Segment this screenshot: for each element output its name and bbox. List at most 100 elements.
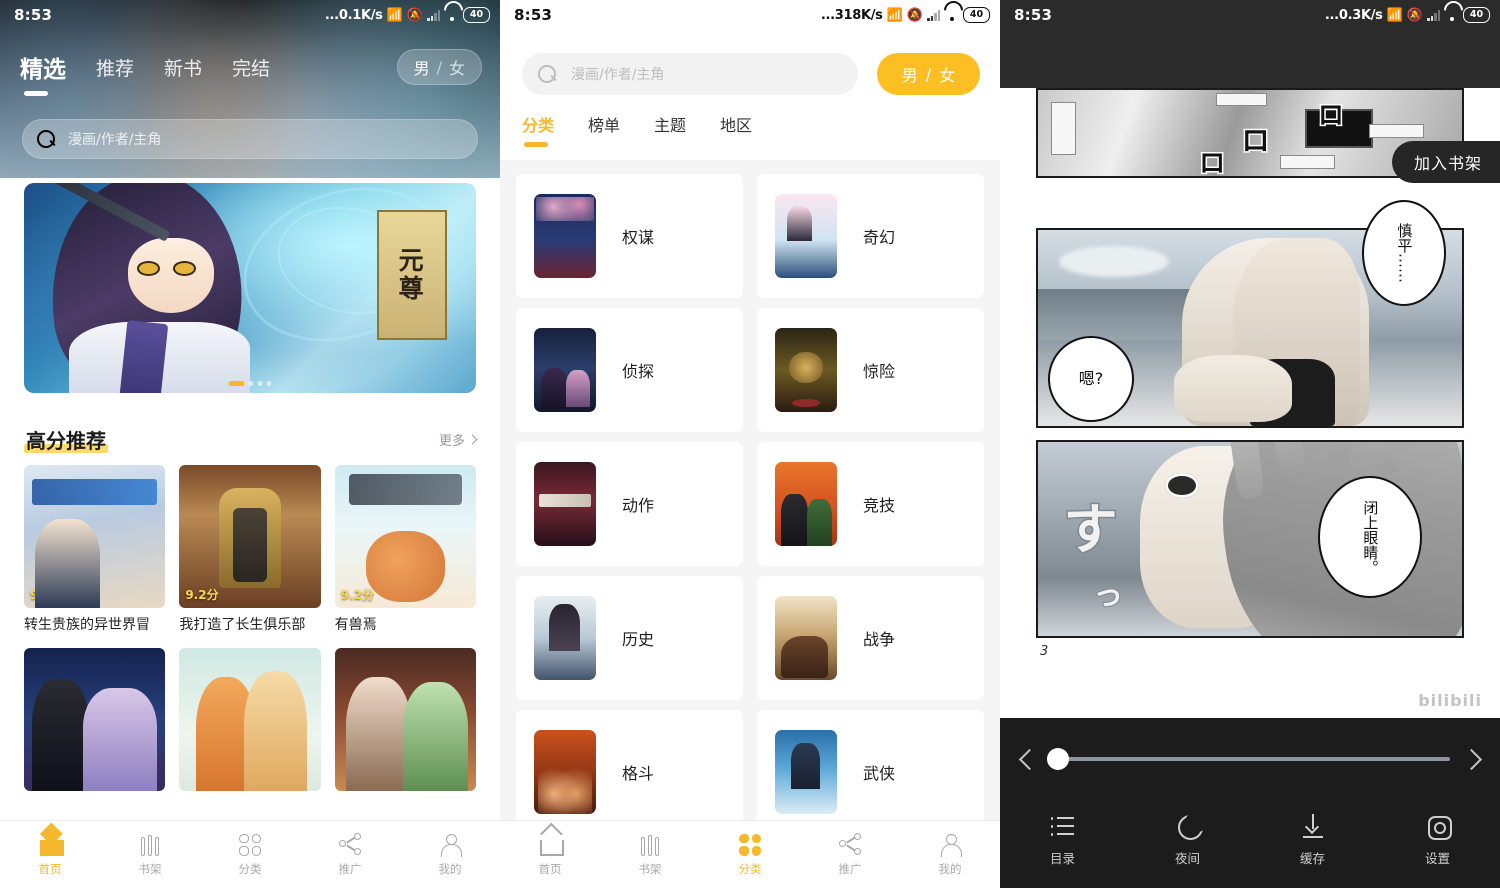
book-cover: 9.1分 bbox=[24, 465, 166, 608]
page-slider-row bbox=[1000, 736, 1500, 782]
battery-indicator: 40 bbox=[963, 7, 990, 23]
chevron-right-icon[interactable] bbox=[1460, 746, 1486, 772]
list-icon bbox=[1050, 813, 1076, 839]
tab-jingxuan[interactable]: 精选 bbox=[20, 50, 66, 96]
book-card[interactable] bbox=[334, 648, 476, 791]
tool-settings[interactable]: 设置 bbox=[1375, 813, 1500, 867]
tool-label: 设置 bbox=[1424, 851, 1450, 866]
category-label: 侦探 bbox=[622, 362, 655, 381]
gender-male-label[interactable]: 男 bbox=[902, 62, 918, 86]
nav-item-home[interactable]: 首页 bbox=[0, 832, 100, 877]
search-icon bbox=[37, 129, 56, 149]
three-panel-screenshot: 8:53 ...0.1K/s 📶 🔕 40 精选 推荐 新书 完结 男 / 女 … bbox=[0, 0, 1500, 888]
bluetooth-icon: 📶 bbox=[386, 7, 403, 23]
nav-item-home[interactable]: 首页 bbox=[500, 832, 600, 877]
tool-catalog[interactable]: 目录 bbox=[1000, 813, 1125, 867]
book-card[interactable]: 9.2分 我打造了长生俱乐部 bbox=[179, 465, 321, 634]
status-bar: 8:53 ...318K/s 📶 🔕 40 bbox=[500, 0, 1000, 30]
bluetooth-icon: 📶 bbox=[886, 7, 903, 23]
category-thumbnail bbox=[534, 596, 596, 680]
category-card[interactable]: 武侠 bbox=[757, 710, 984, 834]
tab-fenlei[interactable]: 分类 bbox=[522, 112, 554, 147]
tool-cache[interactable]: 缓存 bbox=[1250, 813, 1375, 867]
gender-toggle[interactable]: 男 / 女 bbox=[877, 53, 980, 95]
nav-item-category[interactable]: 分类 bbox=[700, 833, 800, 877]
book-cover bbox=[334, 648, 476, 791]
banner-character-eye-right bbox=[175, 262, 195, 274]
gender-toggle[interactable]: 男 / 女 bbox=[396, 49, 482, 85]
manga-sign bbox=[1216, 92, 1267, 107]
category-label: 奇幻 bbox=[863, 228, 896, 247]
banner-page-dots[interactable] bbox=[228, 381, 272, 386]
search-input[interactable]: 漫画/作者/主角 bbox=[22, 119, 478, 159]
gear-icon bbox=[1425, 813, 1452, 840]
nav-item-mine[interactable]: 我的 bbox=[900, 832, 1000, 877]
home-icon bbox=[538, 832, 564, 856]
nav-label: 推广 bbox=[338, 862, 362, 876]
tab-tuijian[interactable]: 推荐 bbox=[96, 54, 134, 81]
battery-indicator: 40 bbox=[463, 7, 490, 23]
search-placeholder: 漫画/作者/主角 bbox=[571, 67, 665, 83]
chevron-left-icon[interactable] bbox=[1014, 746, 1040, 772]
tool-night-mode[interactable]: 夜间 bbox=[1125, 812, 1250, 867]
book-card[interactable] bbox=[24, 648, 166, 791]
promo-banner[interactable]: 元 尊 bbox=[24, 183, 476, 393]
category-thumbnail bbox=[534, 328, 596, 412]
nav-item-promotion[interactable]: 推广 bbox=[300, 832, 400, 877]
nav-label: 书架 bbox=[138, 862, 162, 876]
user-icon bbox=[938, 832, 962, 857]
category-card[interactable]: 惊险 bbox=[757, 308, 984, 432]
book-grid: 9.1分 转生贵族的异世界冒 9.2分 我打造了长生俱乐部 9.2分 有兽焉 bbox=[24, 465, 476, 791]
manga-page-number: 3 bbox=[1040, 644, 1049, 659]
category-thumbnail bbox=[775, 194, 837, 278]
user-icon bbox=[438, 832, 462, 857]
book-cover: 9.2分 bbox=[334, 465, 476, 608]
category-label: 权谋 bbox=[622, 228, 655, 247]
page-slider[interactable] bbox=[1047, 748, 1450, 770]
section-more-label: 更多 bbox=[438, 434, 465, 449]
book-title: 有兽焉 bbox=[334, 617, 377, 633]
manga-cloud bbox=[1059, 245, 1170, 278]
nav-item-category[interactable]: 分类 bbox=[200, 833, 300, 877]
category-grid: 权谋 奇幻 侦探 惊险 动作 竞技 历史 战争 格斗 武侠 bbox=[500, 168, 1000, 834]
grid-icon bbox=[739, 833, 761, 856]
gender-female-label[interactable]: 女 bbox=[449, 55, 465, 79]
gender-female-label[interactable]: 女 bbox=[939, 62, 955, 86]
book-cover bbox=[24, 648, 166, 791]
tab-xinshu[interactable]: 新书 bbox=[164, 54, 202, 81]
section-more-link[interactable]: 更多 bbox=[438, 430, 478, 449]
nav-item-mine[interactable]: 我的 bbox=[400, 832, 500, 877]
category-card[interactable]: 权谋 bbox=[516, 174, 743, 298]
banner-title-plaque: 元 尊 bbox=[376, 210, 447, 341]
tab-bangdan[interactable]: 榜单 bbox=[588, 112, 620, 136]
gender-male-label[interactable]: 男 bbox=[414, 55, 430, 79]
nav-item-promotion[interactable]: 推广 bbox=[800, 832, 900, 877]
category-card[interactable]: 竞技 bbox=[757, 442, 984, 566]
page-slider-thumb[interactable] bbox=[1047, 748, 1069, 770]
nav-label: 分类 bbox=[238, 861, 262, 876]
nav-item-bookshelf[interactable]: 书架 bbox=[100, 832, 200, 877]
bell-muted-icon: 🔕 bbox=[406, 7, 423, 23]
category-thumbnail bbox=[775, 596, 837, 680]
category-card[interactable]: 动作 bbox=[516, 442, 743, 566]
banner-character-face bbox=[127, 237, 214, 314]
nav-item-bookshelf[interactable]: 书架 bbox=[600, 832, 700, 877]
home-icon bbox=[38, 832, 64, 856]
tab-diqu[interactable]: 地区 bbox=[720, 112, 752, 136]
panel-category: 8:53 ...318K/s 📶 🔕 40 漫画/作者/主角 男 / 女 分类 … bbox=[500, 0, 1000, 888]
tab-zhuti[interactable]: 主题 bbox=[654, 112, 686, 136]
book-card[interactable] bbox=[179, 648, 321, 791]
category-card[interactable]: 侦探 bbox=[516, 308, 743, 432]
category-card[interactable]: 战争 bbox=[757, 576, 984, 700]
book-card[interactable]: 9.2分 有兽焉 bbox=[334, 465, 476, 634]
signal-bars-icon bbox=[927, 9, 940, 21]
category-card[interactable]: 奇幻 bbox=[757, 174, 984, 298]
status-clock: 8:53 bbox=[14, 6, 53, 24]
add-to-bookshelf-button[interactable]: 加入书架 bbox=[1391, 141, 1500, 183]
category-card[interactable]: 格斗 bbox=[516, 710, 743, 834]
category-card[interactable]: 历史 bbox=[516, 576, 743, 700]
search-input[interactable]: 漫画/作者/主角 bbox=[522, 53, 858, 95]
tab-wanjie[interactable]: 完结 bbox=[232, 54, 270, 81]
category-thumbnail bbox=[775, 730, 837, 814]
book-card[interactable]: 9.1分 转生贵族的异世界冒 bbox=[24, 465, 166, 634]
